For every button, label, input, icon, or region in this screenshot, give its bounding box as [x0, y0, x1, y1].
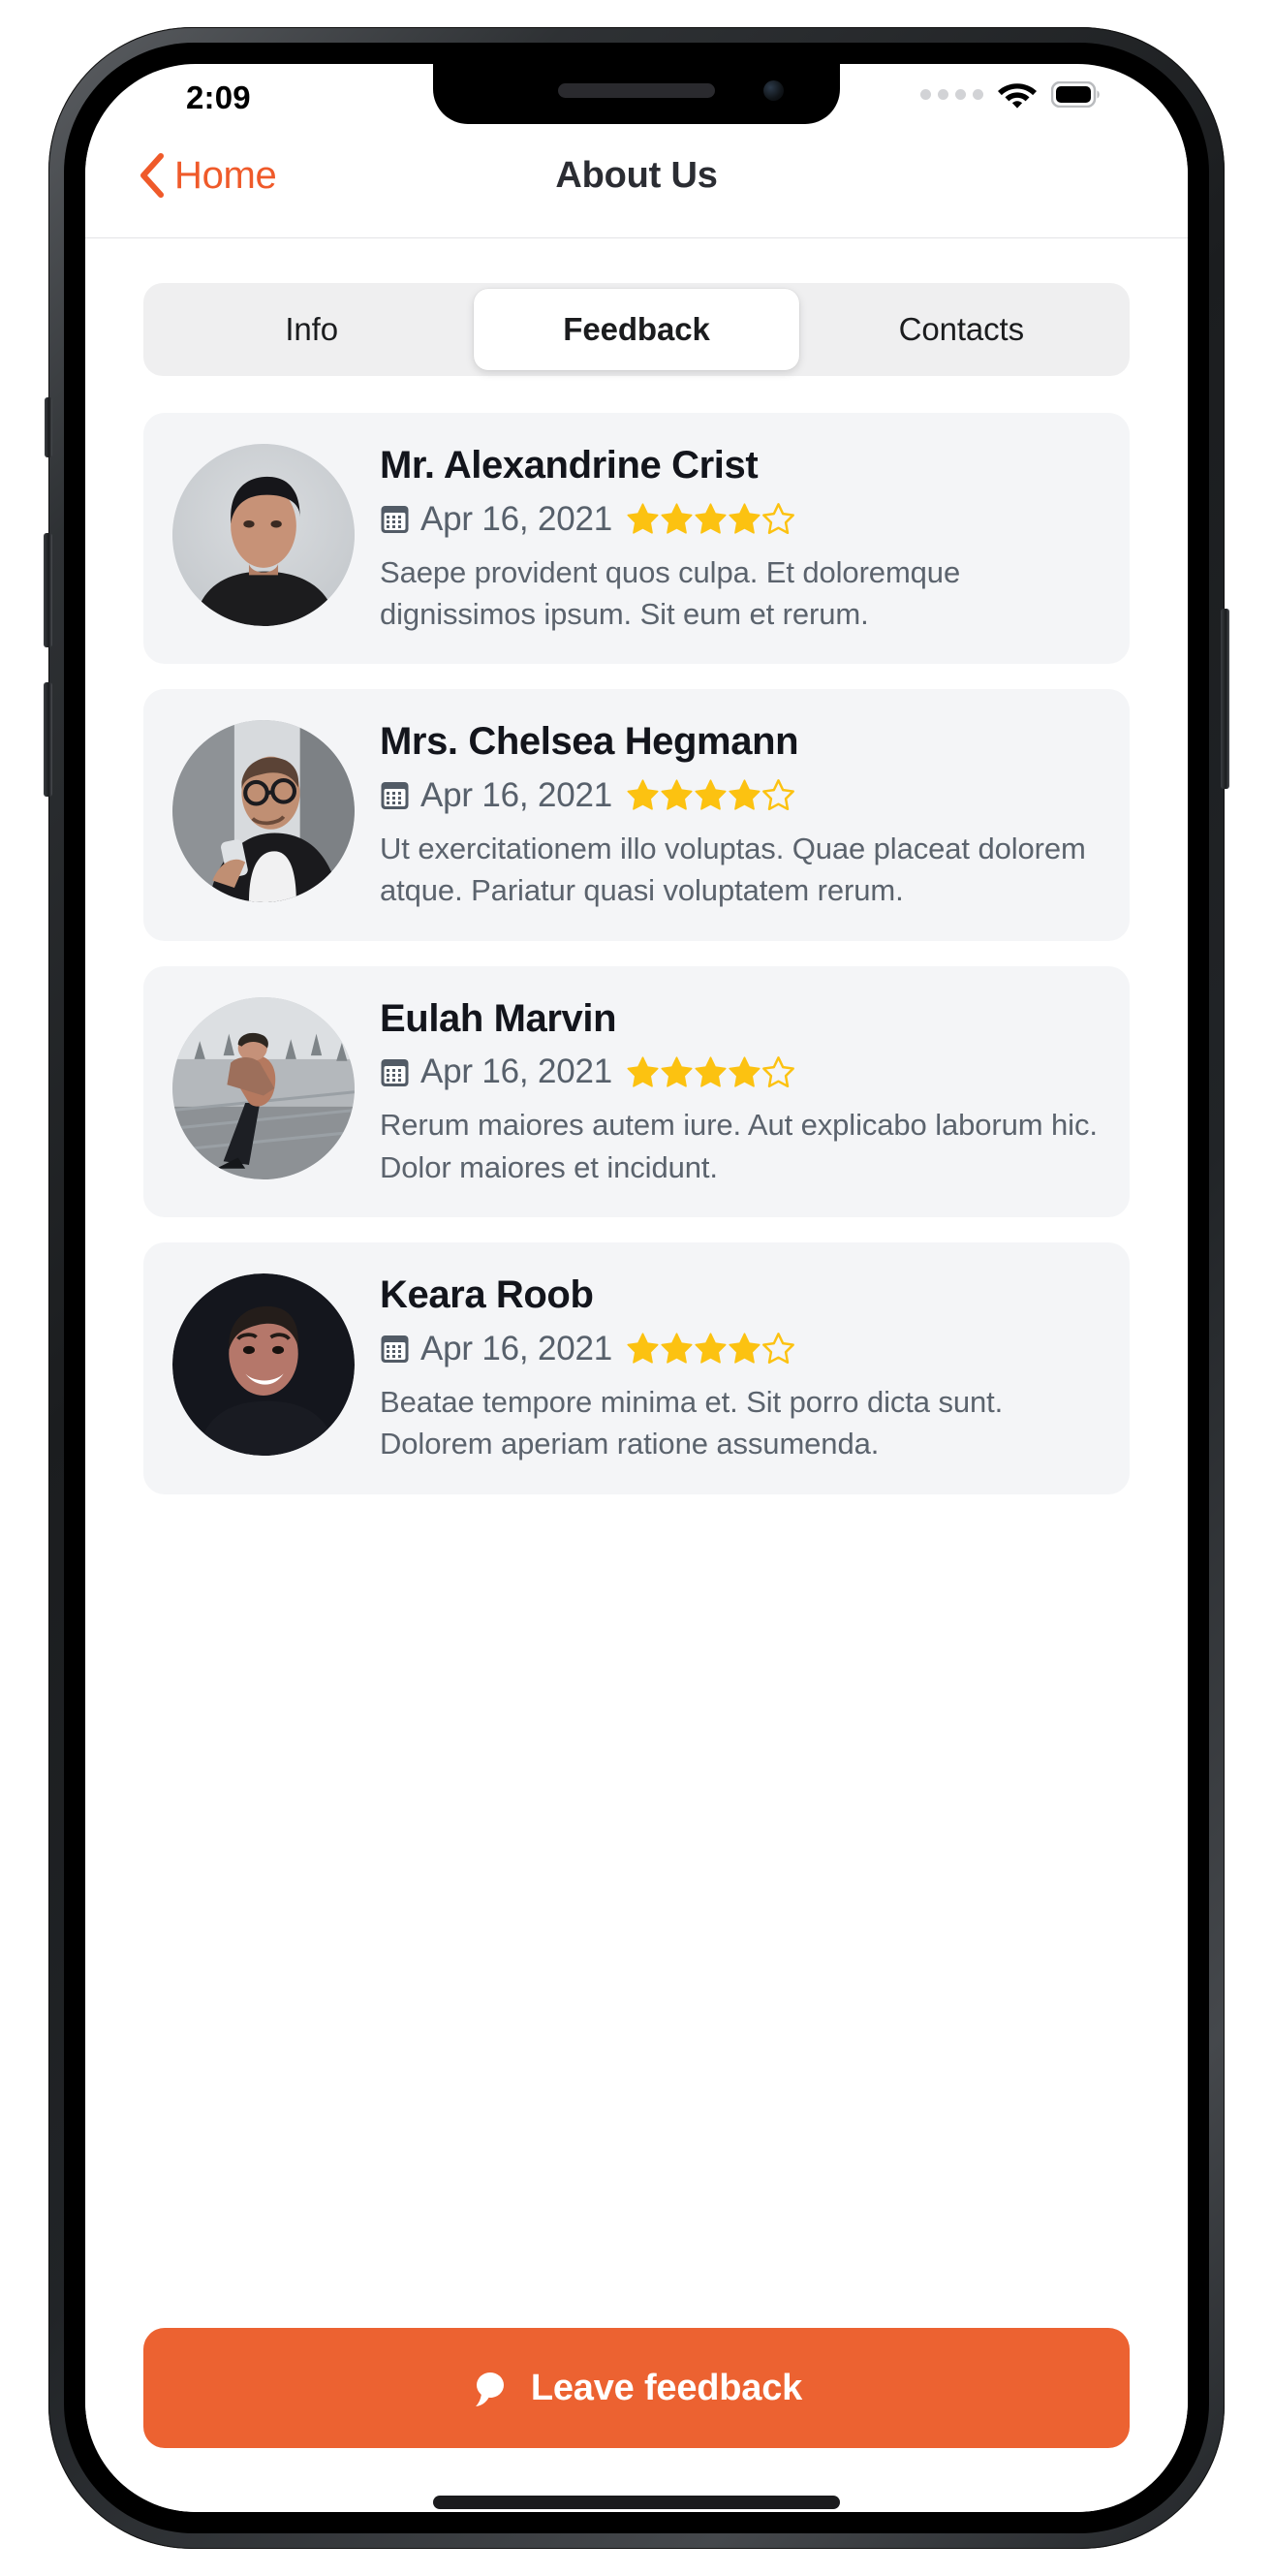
status-time: 2:09 [186, 79, 251, 115]
star-filled-icon [627, 1056, 659, 1087]
page-title: About Us [555, 155, 718, 196]
star-filled-icon [661, 503, 693, 534]
feedback-text: Rerum maiores autem iure. Aut explicabo … [380, 1108, 1098, 1184]
feedback-card-body: Eulah Marvin Apr 16, 2021 Rerum maiores … [380, 991, 1101, 1188]
star-filled-icon [661, 1333, 693, 1364]
star-filled-icon [695, 1333, 727, 1364]
feedback-date: Apr 16, 2021 [420, 1329, 613, 1367]
power-button[interactable] [1221, 609, 1229, 789]
avatar-photo-man-smiling-dark [172, 1273, 355, 1457]
volume-down-button[interactable] [44, 682, 52, 797]
front-camera-icon [763, 80, 784, 101]
star-filled-icon [729, 503, 761, 534]
star-filled-icon [661, 1056, 693, 1087]
feedback-text: Ut exercitationem illo voluptas. Quae pl… [380, 831, 1086, 908]
tab-info[interactable]: Info [149, 289, 474, 370]
avatar [172, 720, 355, 903]
tab-feedback[interactable]: Feedback [474, 289, 799, 370]
status-indicators [920, 79, 1101, 110]
phone-screen: 2:09 Home About Us Info Feedback Contact… [85, 64, 1188, 2512]
star-outline-icon [762, 1055, 794, 1087]
star-filled-icon [695, 779, 727, 811]
rating-stars [626, 1055, 795, 1089]
star-outline-icon [762, 779, 794, 811]
feedback-date: Apr 16, 2021 [420, 775, 613, 814]
battery-full-icon [1051, 81, 1100, 108]
star-filled-icon [695, 1056, 727, 1087]
star-filled-icon [627, 779, 659, 811]
reviewer-name: Mr. Alexandrine Crist [380, 444, 759, 487]
feedback-date: Apr 16, 2021 [420, 1052, 613, 1091]
avatar-photo-man-glasses-phone [172, 720, 355, 903]
segmented-control[interactable]: Info Feedback Contacts [143, 283, 1130, 376]
wifi-icon [998, 83, 1037, 109]
feedback-list: Mr. Alexandrine Crist Apr 16, 2021 Saepe… [143, 413, 1130, 1494]
speech-bubble-icon [475, 2372, 504, 2406]
reviewer-name: Keara Roob [380, 1273, 594, 1317]
reviewer-name: Mrs. Chelsea Hegmann [380, 720, 799, 764]
avatar-photo-man-dark-shirt [172, 444, 355, 626]
feedback-meta: Apr 16, 2021 [380, 1052, 1101, 1091]
feedback-card-body: Mrs. Chelsea Hegmann Apr 16, 2021 Ut exe… [380, 714, 1101, 911]
avatar [172, 996, 355, 1179]
earpiece-speaker-icon [558, 83, 715, 98]
calendar-icon [381, 1058, 409, 1086]
home-indicator[interactable] [433, 2496, 840, 2509]
navigation-bar: Home About Us [85, 124, 1188, 238]
calendar-icon [381, 1335, 409, 1364]
feedback-card[interactable]: Keara Roob Apr 16, 2021 Beatae tempore m… [143, 1242, 1130, 1494]
star-filled-icon [627, 503, 659, 534]
device-frame: 2:09 Home About Us Info Feedback Contact… [44, 27, 1229, 2549]
star-filled-icon [695, 503, 727, 534]
volume-up-button[interactable] [44, 533, 52, 647]
feedback-date: Apr 16, 2021 [420, 499, 613, 538]
content-area: Info Feedback Contacts Mr. Alexandrine C… [85, 283, 1188, 2512]
star-filled-icon [729, 1056, 761, 1087]
star-filled-icon [729, 1333, 761, 1364]
calendar-icon [381, 782, 409, 810]
feedback-card-body: Mr. Alexandrine Crist Apr 16, 2021 Saepe… [380, 438, 1101, 635]
notch [433, 64, 840, 124]
avatar-photo-man-outdoor-railing [172, 996, 355, 1179]
rating-stars [626, 778, 795, 812]
feedback-text: Saepe provident quos culpa. Et doloremqu… [380, 554, 961, 631]
star-filled-icon [627, 1333, 659, 1364]
device-bezel: 2:09 Home About Us Info Feedback Contact… [64, 43, 1209, 2533]
feedback-card[interactable]: Eulah Marvin Apr 16, 2021 Rerum maiores … [143, 965, 1130, 1218]
silent-switch-button[interactable] [45, 397, 52, 457]
rating-stars [626, 1332, 795, 1366]
feedback-meta: Apr 16, 2021 [380, 500, 1101, 539]
star-outline-icon [762, 1333, 794, 1365]
feedback-card-body: Keara Roob Apr 16, 2021 Beatae tempore m… [380, 1268, 1101, 1464]
star-filled-icon [729, 779, 761, 811]
avatar [172, 444, 355, 626]
rating-stars [626, 502, 795, 536]
avatar [172, 1273, 355, 1457]
signal-dots-icon [920, 89, 983, 100]
tab-contacts[interactable]: Contacts [799, 289, 1124, 370]
feedback-meta: Apr 16, 2021 [380, 776, 1101, 815]
feedback-text: Beatae tempore minima et. Sit porro dict… [380, 1384, 1004, 1461]
reviewer-name: Eulah Marvin [380, 996, 617, 1040]
bottom-action-bar: Leave feedback [85, 2328, 1188, 2512]
feedback-meta: Apr 16, 2021 [380, 1330, 1101, 1368]
leave-feedback-label: Leave feedback [530, 2367, 803, 2408]
leave-feedback-button[interactable]: Leave feedback [143, 2328, 1130, 2448]
feedback-card[interactable]: Mr. Alexandrine Crist Apr 16, 2021 Saepe… [143, 413, 1130, 665]
calendar-icon [381, 506, 409, 534]
star-outline-icon [762, 503, 794, 535]
star-filled-icon [661, 779, 693, 811]
home-indicator-area [143, 2448, 1130, 2512]
feedback-card[interactable]: Mrs. Chelsea Hegmann Apr 16, 2021 Ut exe… [143, 689, 1130, 941]
